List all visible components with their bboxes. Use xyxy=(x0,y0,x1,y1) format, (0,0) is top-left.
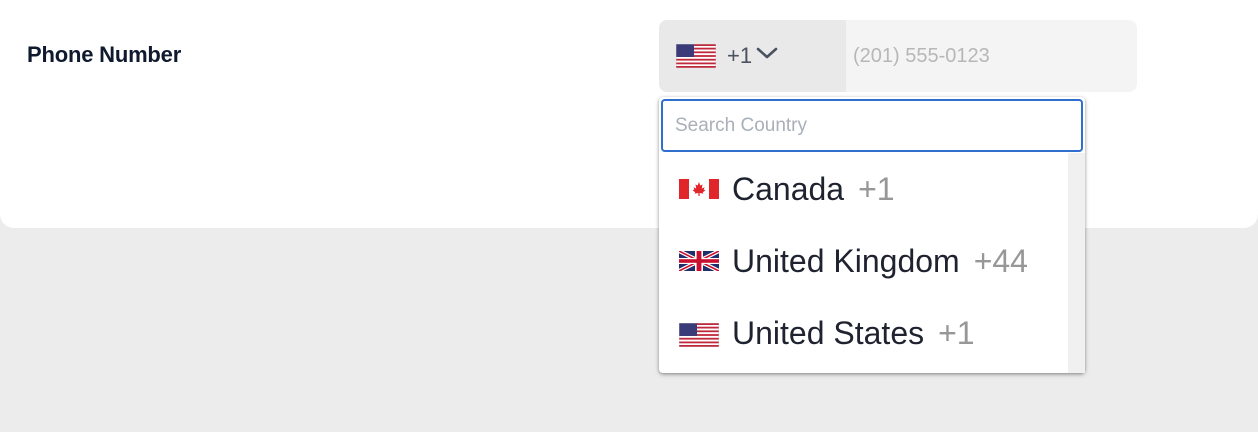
country-list: Canada +1 United Kingdom +44 United Stat… xyxy=(659,154,1067,373)
phone-number-label: Phone Number xyxy=(27,42,182,67)
search-country-input[interactable] xyxy=(663,101,1081,150)
country-option-label: United States +1 xyxy=(732,315,975,352)
country-option-canada[interactable]: Canada +1 xyxy=(659,154,1067,225)
country-option-label: Canada +1 xyxy=(732,171,895,208)
country-dropdown: Canada +1 United Kingdom +44 xyxy=(659,97,1085,373)
selected-dial-code: +1 xyxy=(727,43,753,68)
us-flag-icon xyxy=(675,43,717,73)
country-option-united-states[interactable]: United States +1 xyxy=(659,298,1067,369)
country-name: United States xyxy=(732,315,925,351)
country-name: Canada xyxy=(732,171,845,207)
country-dial-code: +44 xyxy=(973,243,1028,279)
country-code-selector[interactable]: +1 xyxy=(659,20,846,92)
search-country-field xyxy=(661,99,1083,152)
phone-number-input[interactable] xyxy=(846,20,1137,92)
country-option-united-kingdom[interactable]: United Kingdom +44 xyxy=(659,226,1067,297)
country-name: United Kingdom xyxy=(732,243,960,279)
phone-input-group: +1 xyxy=(659,20,1137,92)
chevron-down-icon xyxy=(756,45,778,66)
country-dial-code: +1 xyxy=(938,315,975,351)
country-dial-code: +1 xyxy=(858,171,895,207)
us-flag-icon xyxy=(678,322,720,352)
country-option-label: United Kingdom +44 xyxy=(732,243,1028,280)
canada-flag-icon xyxy=(679,179,719,204)
dropdown-scrollbar[interactable] xyxy=(1068,153,1085,373)
uk-flag-icon xyxy=(678,249,720,276)
